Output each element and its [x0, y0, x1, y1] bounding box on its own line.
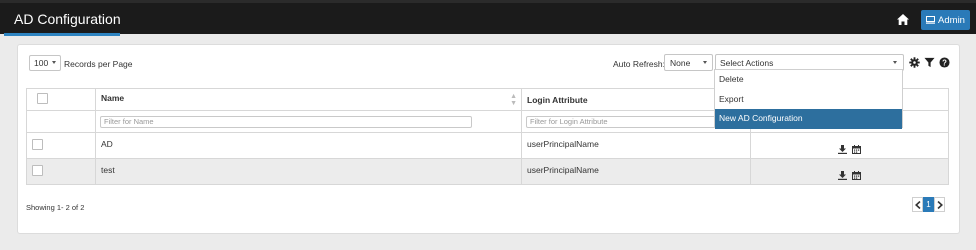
row-checkbox[interactable] [32, 139, 43, 150]
name-cell: AD [95, 132, 522, 159]
page-button[interactable]: 1 [923, 197, 934, 212]
pagination: 1 [912, 197, 945, 212]
chevron-down-icon [703, 61, 707, 64]
admin-label: Admin [938, 14, 965, 26]
table-row[interactable]: test userPrincipalName [26, 158, 949, 185]
row-actions-cell [750, 132, 949, 159]
chevron-right-icon [936, 200, 943, 209]
admin-button[interactable]: Admin [921, 10, 970, 30]
chevron-down-icon [52, 61, 56, 64]
name-cell: test [95, 158, 522, 185]
column-header-name[interactable]: Name ▲ ▼ [95, 88, 522, 111]
auto-refresh-label: Auto Refresh: [613, 59, 665, 69]
records-per-page-value: 100 [34, 58, 49, 68]
row-select-cell [26, 132, 96, 159]
help-icon[interactable]: ? [939, 57, 950, 68]
column-header-label: Login Attribute [527, 94, 588, 105]
row-checkbox[interactable] [32, 165, 43, 176]
chevron-left-icon [914, 200, 921, 209]
calendar-icon[interactable] [852, 171, 861, 180]
select-actions-value: Select Actions [720, 57, 774, 68]
filter-name-input[interactable]: Filter for Name [100, 115, 472, 128]
gear-icon[interactable] [909, 57, 920, 68]
select-all-cell [26, 88, 96, 111]
menu-item-delete[interactable]: Delete [715, 70, 902, 90]
download-icon[interactable] [838, 171, 847, 180]
filter-icon[interactable] [924, 57, 935, 68]
calendar-icon[interactable] [852, 145, 861, 154]
chevron-down-icon [893, 61, 897, 64]
auto-refresh-select[interactable]: None [664, 54, 713, 71]
menu-item-export[interactable]: Export [715, 90, 902, 110]
monitor-icon [926, 16, 936, 24]
sort-icon[interactable]: ▲ ▼ [510, 93, 517, 107]
records-per-page-label: Records per Page [64, 59, 133, 69]
page-title: AD Configuration [14, 11, 121, 27]
row-select-cell [26, 158, 96, 185]
column-header-label: Name [101, 92, 125, 103]
svg-text:?: ? [942, 58, 947, 67]
select-actions-menu: Delete Export New AD Configuration [714, 69, 903, 129]
active-tab-indicator [4, 33, 120, 36]
select-all-checkbox[interactable] [37, 93, 48, 104]
login-attribute-cell: userPrincipalName [521, 158, 751, 185]
next-page-button[interactable] [934, 197, 945, 212]
auto-refresh-value: None [670, 57, 691, 68]
table-row[interactable]: AD userPrincipalName [26, 132, 949, 159]
top-navbar: AD Configuration Admin [0, 0, 976, 36]
login-attribute-cell: userPrincipalName [521, 132, 751, 159]
row-actions-cell [750, 158, 949, 185]
download-icon[interactable] [838, 145, 847, 154]
home-icon[interactable] [896, 13, 910, 26]
filter-cell: Filter for Name [95, 110, 522, 133]
showing-count: Showing 1- 2 of 2 [26, 203, 85, 212]
previous-page-button[interactable] [912, 197, 923, 212]
menu-item-new-ad-configuration[interactable]: New AD Configuration [715, 109, 902, 129]
records-per-page-select[interactable]: 100 [29, 55, 61, 71]
filter-cell [26, 110, 96, 133]
